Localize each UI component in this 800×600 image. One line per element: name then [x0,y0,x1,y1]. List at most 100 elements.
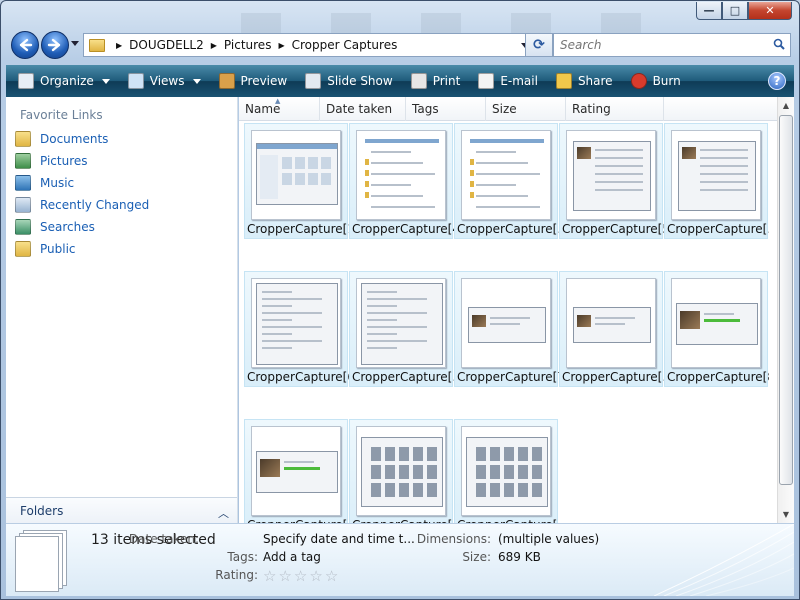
tags-label: Tags: [227,550,258,564]
search-input[interactable] [560,35,760,55]
scroll-up-icon[interactable]: ▲ [778,97,794,114]
file-thumbnail [671,278,761,368]
burn-icon [630,73,647,89]
sidebar-item-pictures[interactable]: Pictures [6,150,237,172]
preview-icon [218,73,235,89]
maximize-button[interactable]: □ [722,2,748,20]
column-header-rating[interactable]: Rating [566,97,664,121]
file-thumbnail [461,278,551,368]
file-tile[interactable]: CropperCapture[5] [559,123,664,239]
star-icon[interactable]: ☆ [263,567,276,585]
file-view: ▲ Name Date taken Tags Size Rating Cropp… [239,97,777,523]
toolbar-organize-button[interactable]: Organize [12,68,116,94]
sidebar-item-music[interactable]: Music [6,172,237,194]
toolbar-preview-button[interactable]: Preview [213,68,294,94]
breadcrumb-pictures[interactable]: Pictures [224,38,272,52]
sidebar-item-documents[interactable]: Documents [6,128,237,150]
column-header-size-label: Size [492,102,517,116]
breadcrumb-separator-icon[interactable]: ▶ [211,41,217,50]
file-thumbnail [566,130,656,220]
toolbar-e-mail-button[interactable]: E-mail [472,68,544,94]
scrollbar-thumb[interactable] [779,115,793,485]
sidebar-item-recently-changed[interactable]: Recently Changed [6,194,237,216]
star-icon[interactable]: ☆ [278,567,291,585]
column-headers: ▲ Name Date taken Tags Size Rating [239,97,777,121]
rating-label: Rating: [215,568,258,582]
folder-icon [15,131,31,147]
selection-stack-icon [15,530,67,592]
toolbar-slide-show-button[interactable]: Slide Show [299,68,398,94]
file-tile[interactable]: CropperCapture[… [454,419,559,523]
help-button[interactable]: ? [768,72,786,90]
favorite-links-list: Documents Pictures Music Recently Changed Se… [6,128,237,260]
file-name-label: CropperCapture[1] [247,222,349,236]
column-header-size[interactable]: Size [486,97,566,121]
scroll-down-icon[interactable]: ▼ [778,506,794,523]
file-thumbnail [356,130,446,220]
navigation-bar: ▶ DOUGDELL2 ▶ Pictures ▶ Cropper Capture… [9,30,791,60]
recent-icon [15,197,31,213]
toolbar-print-button[interactable]: Print [405,68,467,94]
star-icon[interactable]: ☆ [294,567,307,585]
sidebar-item-label: Pictures [40,154,88,168]
star-icon[interactable]: ☆ [325,567,338,585]
column-header-tags[interactable]: Tags [406,97,486,121]
folders-toggle[interactable]: Folders ︿ [6,497,237,523]
tags-field[interactable]: Add a tag [263,550,321,564]
file-tile[interactable]: CropperCapture[… [244,419,349,523]
recent-pages-chevron-down-icon[interactable] [71,41,79,46]
sidebar-item-public[interactable]: Public [6,238,237,260]
rating-stars[interactable]: ☆ ☆ ☆ ☆ ☆ [263,567,340,585]
file-tile[interactable]: CropperCapture[… [664,123,769,239]
forward-button[interactable] [41,31,69,59]
file-tile[interactable]: CropperCapture[… [349,271,454,387]
file-tile[interactable]: CropperCapture[6] [244,271,349,387]
breadcrumb-separator-icon[interactable]: ▶ [278,41,284,50]
refresh-button[interactable]: ⟳ [525,33,553,57]
file-tile[interactable]: CropperCapture[… [559,271,664,387]
file-tile[interactable]: CropperCapture[1] [244,123,349,239]
file-thumbnail [671,130,761,220]
search-box[interactable] [553,33,791,57]
share-icon [555,73,572,89]
folders-label: Folders [20,503,64,518]
size-label: Size: [462,550,491,564]
file-tile[interactable]: CropperCapture[… [454,123,559,239]
file-tile[interactable]: CropperCapture[8] [664,271,769,387]
toolbar-button-label: Preview [240,74,288,88]
slideshow-icon [305,73,322,89]
breadcrumb-current-folder[interactable]: Cropper Captures [292,38,398,52]
toolbar-button-label: Print [432,74,461,88]
back-button[interactable] [11,31,39,59]
close-button[interactable]: ✕ [748,2,792,20]
toolbar-button-label: E-mail [500,74,538,88]
sidebar-item-label: Public [40,242,76,256]
toolbar-burn-button[interactable]: Burn [625,68,687,94]
dimensions-value: (multiple values) [498,532,600,546]
refresh-icon: ⟳ [533,37,545,53]
toolbar-share-button[interactable]: Share [550,68,619,94]
music-icon [15,175,31,191]
search-icon[interactable] [773,38,785,50]
file-thumbnail [251,278,341,368]
file-name-label: CropperCapture[7] [457,370,559,384]
address-bar[interactable]: ▶ DOUGDELL2 ▶ Pictures ▶ Cropper Capture… [83,33,533,57]
file-tile[interactable]: CropperCapture[… [349,419,454,523]
print-icon [410,73,427,89]
chevron-up-icon: ︿ [218,507,229,520]
star-icon[interactable]: ☆ [309,567,322,585]
breadcrumb-separator-icon[interactable]: ▶ [116,41,122,50]
file-tile[interactable]: CropperCapture[4] [349,123,454,239]
minimize-button[interactable]: — [696,2,722,20]
file-name-label: CropperCapture[… [667,222,769,236]
vertical-scrollbar[interactable]: ▲ ▼ [777,97,794,523]
searches-icon [15,219,31,235]
breadcrumb-computer[interactable]: DOUGDELL2 [129,38,204,52]
file-thumbnail [461,130,551,220]
column-header-date-taken[interactable]: Date taken [320,97,406,121]
file-tile[interactable]: CropperCapture[7] [454,271,559,387]
sidebar-item-searches[interactable]: Searches [6,216,237,238]
column-header-name[interactable]: ▲ Name [239,97,320,121]
toolbar-views-button[interactable]: Views [122,68,207,94]
sidebar-item-label: Documents [40,132,109,146]
